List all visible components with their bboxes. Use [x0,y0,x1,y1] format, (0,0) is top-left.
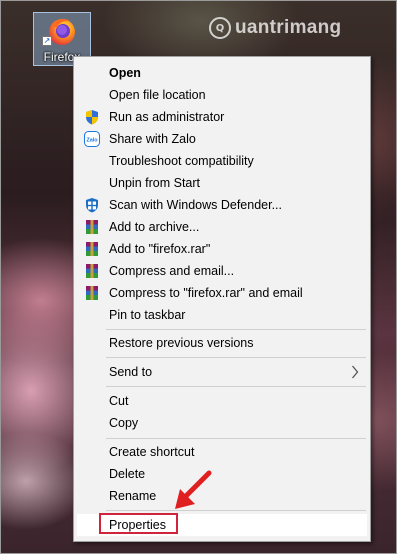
menu-item-label: Pin to taskbar [109,308,186,322]
menu-item-create-shortcut[interactable]: Create shortcut [77,441,367,463]
uac-shield-icon [86,110,98,125]
menu-item-label: Add to "firefox.rar" [109,242,211,256]
zalo-icon: Zalo [84,131,100,147]
watermark-logo-icon: Q [209,17,231,39]
watermark-text: uantrimang [235,17,342,38]
watermark: Q uantrimang [209,13,341,43]
menu-separator [106,438,366,439]
menu-item-label: Cut [109,394,129,408]
menu-item-label: Troubleshoot compatibility [109,154,254,168]
menu-item-restore-previous-versions[interactable]: Restore previous versions [77,332,367,354]
menu-item-label: Open [109,66,141,80]
menu-item-add-to-firefox-rar[interactable]: Add to "firefox.rar" [77,238,367,260]
menu-item-label: Open file location [109,88,206,102]
menu-item-unpin-from-start[interactable]: Unpin from Start [77,172,367,194]
menu-item-label: Rename [109,489,157,503]
chevron-right-icon [352,365,359,379]
menu-separator [106,357,366,358]
menu-item-label: Compress to "firefox.rar" and email [109,286,303,300]
menu-item-troubleshoot-compatibility[interactable]: Troubleshoot compatibility [77,150,367,172]
menu-item-delete[interactable]: Delete [77,463,367,485]
winrar-icon [86,264,98,278]
menu-item-label: Properties [109,518,166,532]
menu-item-label: Unpin from Start [109,176,201,190]
menu-item-open-file-location[interactable]: Open file location [77,84,367,106]
menu-item-properties[interactable]: Properties [77,513,367,536]
menu-item-rename[interactable]: Rename [77,485,367,507]
menu-item-scan-with-windows-defender[interactable]: Scan with Windows Defender... [77,194,367,216]
menu-item-label: Run as administrator [109,110,225,124]
menu-item-share-with-zalo[interactable]: Zalo Share with Zalo [77,128,367,150]
menu-separator [106,386,366,387]
menu-item-open[interactable]: Open [77,62,367,84]
menu-item-pin-to-taskbar[interactable]: Pin to taskbar [77,304,367,326]
menu-item-copy[interactable]: Copy [77,412,367,434]
winrar-icon [86,220,98,234]
menu-item-label: Copy [109,416,139,430]
menu-item-label: Delete [109,467,146,481]
menu-item-cut[interactable]: Cut [77,390,367,412]
context-menu: Open Open file location Run as administr… [73,56,371,542]
menu-item-label: Compress and email... [109,264,235,278]
winrar-icon [86,286,98,300]
menu-item-label: Add to archive... [109,220,200,234]
winrar-icon [86,242,98,256]
windows-defender-icon [86,198,98,213]
menu-item-compress-and-email[interactable]: Compress and email... [77,260,367,282]
menu-item-label: Scan with Windows Defender... [109,198,282,212]
menu-item-send-to[interactable]: Send to [77,361,367,383]
menu-item-run-as-administrator[interactable]: Run as administrator [77,106,367,128]
menu-item-label: Restore previous versions [109,336,254,350]
menu-item-label: Create shortcut [109,445,195,459]
svg-text:Zalo: Zalo [86,138,98,144]
desktop-background: Q uantrimang ↗ Firefox Open Open file lo… [0,0,397,554]
menu-item-add-to-archive[interactable]: Add to archive... [77,216,367,238]
menu-item-label: Send to [109,365,153,379]
menu-separator [106,329,366,330]
shortcut-arrow-icon: ↗ [42,36,52,46]
menu-separator [106,510,366,511]
menu-item-label: Share with Zalo [109,132,196,146]
menu-item-compress-to-firefox-rar-and-email[interactable]: Compress to "firefox.rar" and email [77,282,367,304]
annotation-arrow-icon [175,470,212,509]
